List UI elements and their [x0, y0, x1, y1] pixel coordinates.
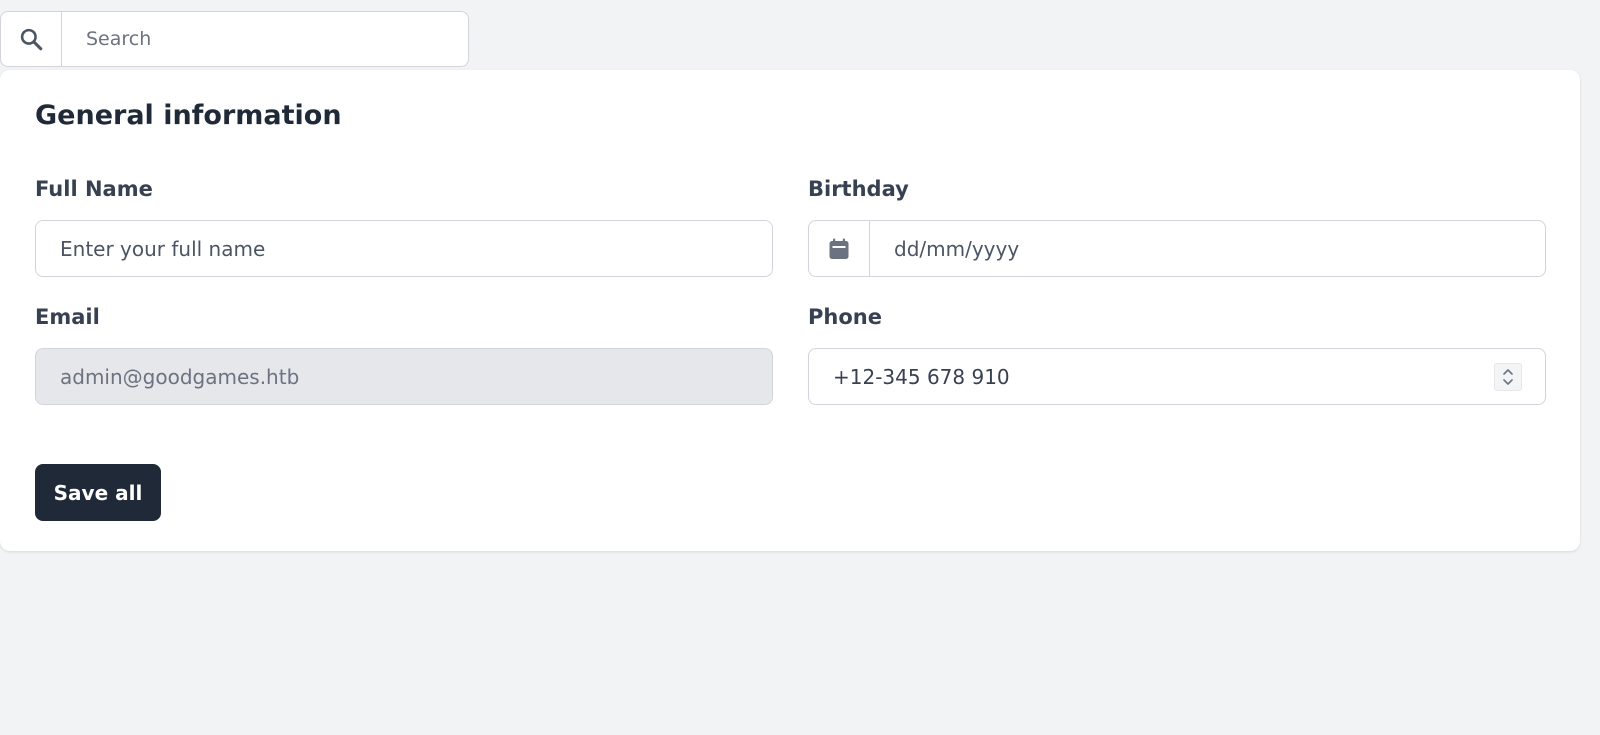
full-name-label: Full Name — [35, 177, 153, 201]
birthday-input[interactable] — [870, 221, 1545, 276]
email-label: Email — [35, 305, 100, 329]
search-bar — [0, 11, 469, 67]
save-all-button[interactable]: Save all — [35, 464, 161, 521]
birthday-label: Birthday — [808, 177, 909, 201]
search-icon-box[interactable] — [1, 12, 62, 66]
calendar-icon-box[interactable] — [809, 221, 870, 276]
birthday-field: Birthday — [808, 174, 1546, 277]
phone-control — [808, 348, 1546, 405]
email-input — [36, 349, 772, 404]
card-title: General information — [35, 100, 342, 131]
phone-input[interactable] — [809, 349, 1494, 404]
calendar-icon — [829, 238, 849, 259]
phone-label: Phone — [808, 305, 882, 329]
spinner-icon — [1503, 368, 1513, 385]
phone-spinner[interactable] — [1494, 362, 1522, 391]
email-field: Email — [35, 302, 773, 405]
full-name-control — [35, 220, 773, 277]
search-input[interactable] — [62, 12, 468, 66]
search-icon — [20, 28, 43, 51]
birthday-control — [808, 220, 1546, 277]
general-information-card: General information Full Name Birthday E… — [0, 70, 1580, 551]
email-control — [35, 348, 773, 405]
full-name-field: Full Name — [35, 174, 773, 277]
phone-field: Phone — [808, 302, 1546, 405]
full-name-input[interactable] — [36, 221, 772, 276]
